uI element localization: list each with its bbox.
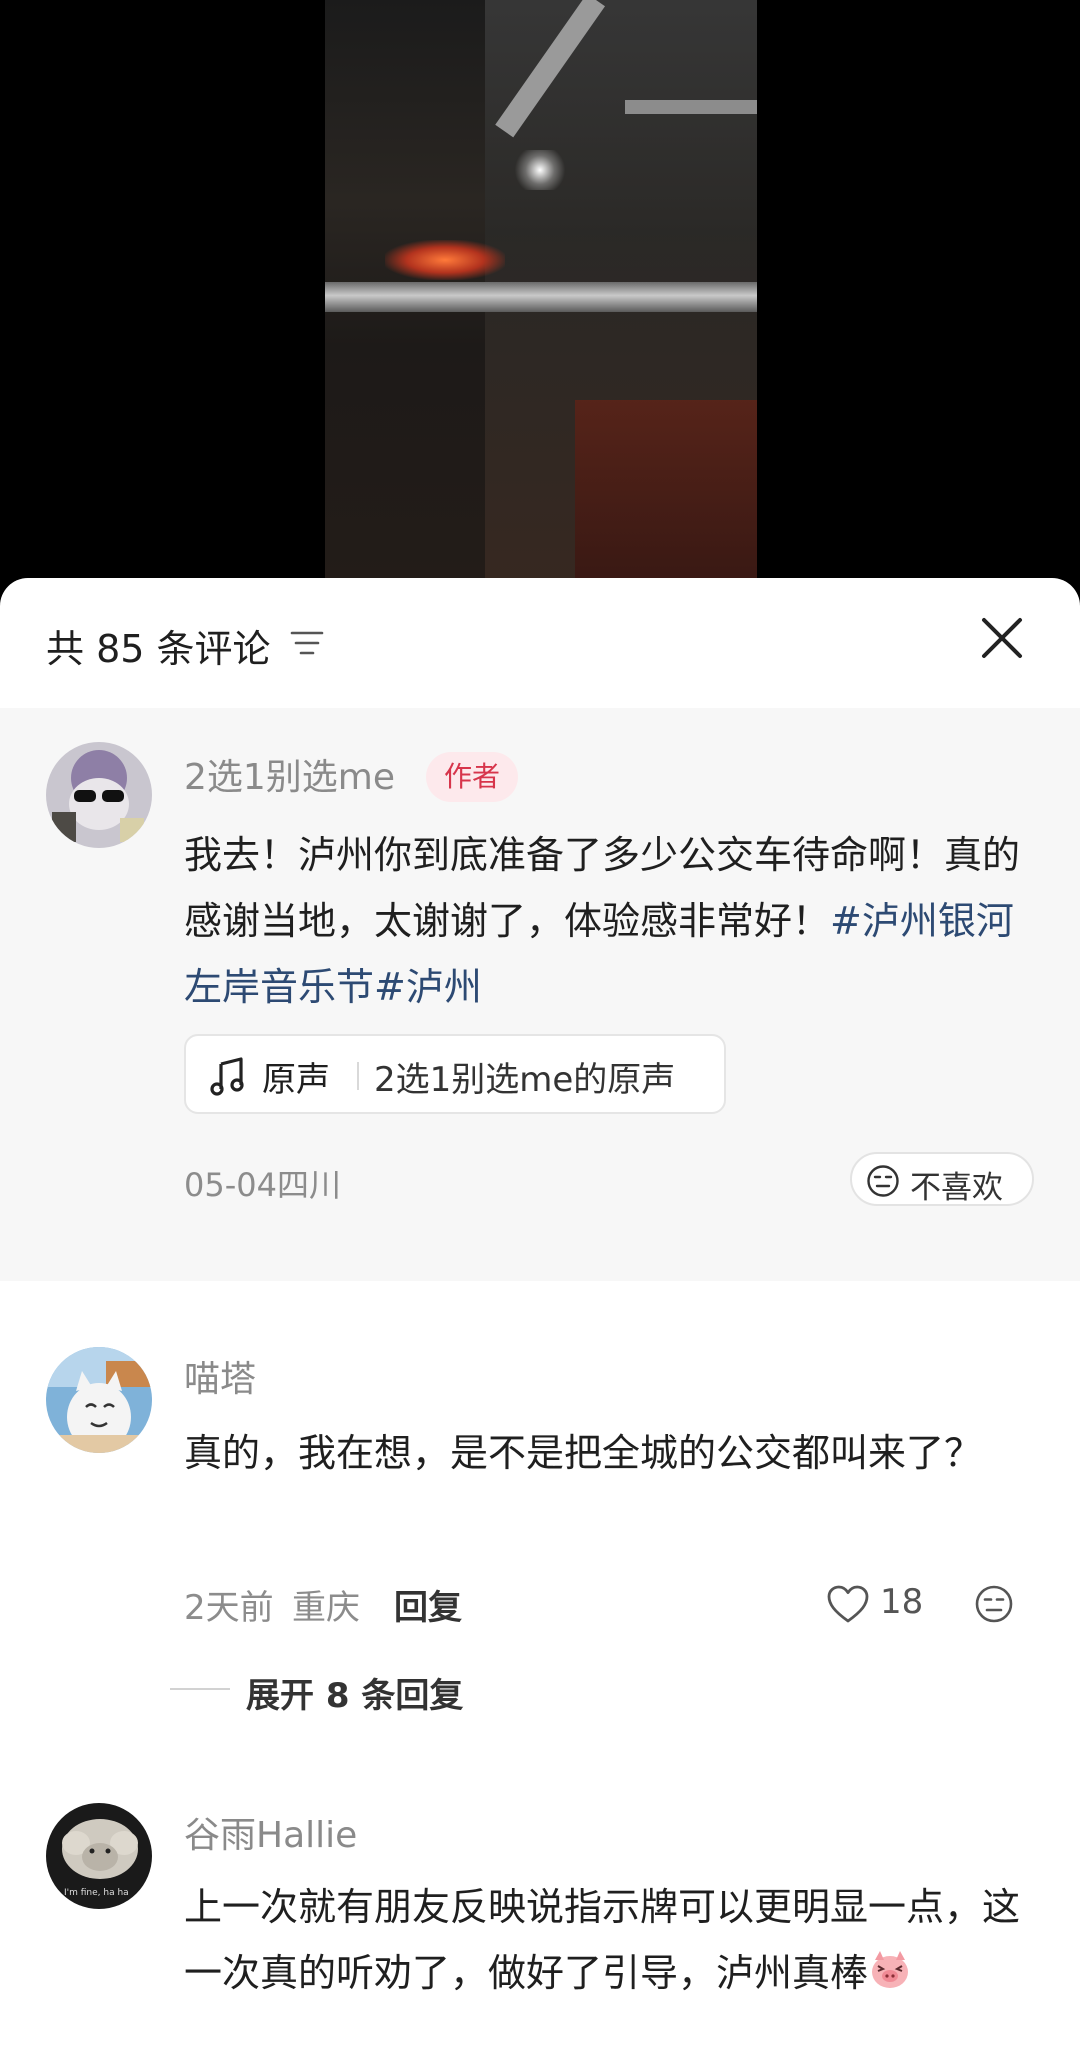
avatar[interactable] [46, 1347, 152, 1453]
avatar[interactable]: I'm fine, ha ha [46, 1803, 152, 1909]
sound-label: 原声 [262, 1060, 330, 1100]
dislike-button[interactable]: 不喜欢 [850, 1152, 1034, 1206]
comment-count: 共 85 条评论 [46, 627, 271, 671]
author-badge: 作者 [426, 752, 519, 802]
comment-text: 上一次就有朋友反映说指示牌可以更明显一点，这一次真的听劝了，做好了引导，泸州真棒 [184, 1874, 1024, 2006]
comments-sheet: 共 85 条评论 2选1别选me 作者 我去！泸州你到底准备了多少公交车待命啊！… [0, 578, 1080, 2071]
filter-icon[interactable] [290, 628, 324, 658]
dislike-label: 不喜欢 [910, 1170, 1003, 1206]
expand-replies-button[interactable]: 展开 8 条回复 [246, 1668, 463, 1717]
comment-time: 2天前 [184, 1588, 274, 1628]
like-count: 18 [880, 1582, 924, 1622]
neutral-face-icon[interactable] [974, 1584, 1014, 1624]
divider [170, 1688, 230, 1690]
heart-icon[interactable] [826, 1584, 870, 1624]
username[interactable]: 谷雨Hallie [184, 1806, 357, 1858]
divider [357, 1062, 359, 1090]
video-frame [325, 0, 757, 578]
hashtag-link[interactable]: #泸州 [374, 965, 482, 1009]
comment-location: 重庆 [292, 1588, 360, 1628]
music-note-icon [210, 1057, 244, 1096]
avatar[interactable] [46, 742, 152, 848]
comment-text: 我去！泸州你到底准备了多少公交车待命啊！真的感谢当地，太谢谢了，体验感非常好！#… [184, 822, 1024, 1020]
reply-button[interactable]: 回复 [394, 1580, 462, 1629]
close-icon[interactable] [978, 614, 1026, 662]
username[interactable]: 2选1别选me [184, 748, 395, 800]
pinned-comment: 2选1别选me 作者 我去！泸州你到底准备了多少公交车待命啊！真的感谢当地，太谢… [0, 708, 1080, 1281]
username[interactable]: 喵塔 [184, 1350, 256, 1402]
original-sound-chip[interactable]: 原声 2选1别选me的原声 [184, 1034, 726, 1114]
sound-source: 2选1别选me的原声 [374, 1060, 676, 1100]
video-player[interactable] [0, 0, 1080, 600]
svg-text:I'm fine, ha ha: I'm fine, ha ha [64, 1888, 129, 1898]
comment-meta: 05-04四川 [184, 1166, 341, 1204]
sheet-header: 共 85 条评论 [0, 578, 1080, 708]
neutral-face-icon [867, 1165, 899, 1197]
pig-emoji-icon [872, 1951, 909, 1988]
comment-text: 真的，我在想，是不是把全城的公交都叫来了？ [184, 1431, 983, 1475]
